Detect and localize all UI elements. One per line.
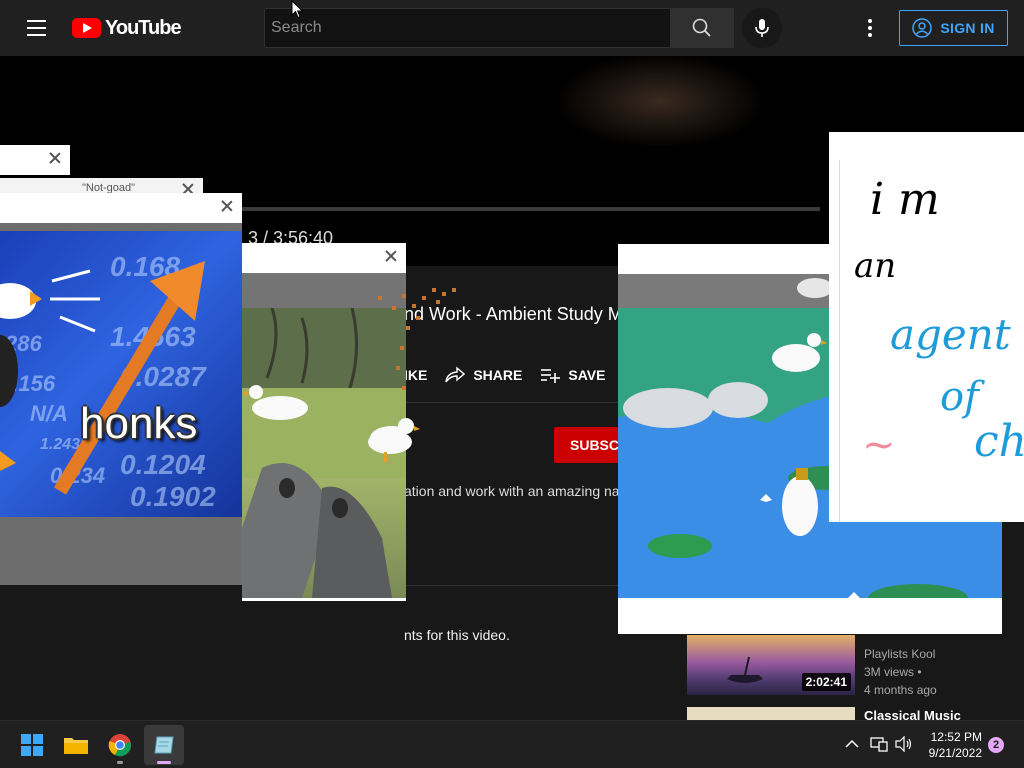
recommended-thumbnail[interactable]	[687, 707, 855, 721]
close-icon[interactable]	[48, 151, 62, 165]
account-icon	[912, 18, 933, 38]
close-icon[interactable]	[384, 249, 398, 263]
drawing-canvas[interactable]: i m an agent of ch ~	[839, 160, 1024, 522]
handwritten-text: agent	[890, 310, 1011, 359]
file-explorer-button[interactable]	[56, 725, 96, 765]
share-label: SHARE	[473, 367, 523, 383]
notification-badge[interactable]: 2	[988, 737, 1004, 753]
divider	[404, 402, 618, 403]
search-box	[264, 8, 671, 48]
honks-caption: honks	[80, 399, 198, 448]
rising-arrow-graphic	[0, 261, 205, 495]
youtube-logo[interactable]: YouTube	[72, 16, 182, 40]
clock-time: 12:52 PM	[930, 730, 982, 744]
folder-icon	[64, 738, 88, 754]
settings-menu-icon[interactable]	[858, 16, 882, 40]
search-button[interactable]	[670, 8, 734, 48]
notepad-app-button[interactable]	[144, 725, 184, 765]
handwritten-text: an	[854, 246, 897, 286]
popup-window[interactable]	[0, 145, 70, 175]
hamburger-menu-icon[interactable]	[16, 12, 56, 44]
youtube-play-icon	[72, 18, 101, 38]
handwritten-text: i m	[870, 174, 940, 225]
handwriting-window[interactable]: i m an agent of ch ~	[829, 132, 1024, 522]
save-button[interactable]: SAVE	[540, 366, 605, 384]
mouse-cursor-icon	[291, 0, 304, 19]
search-icon	[692, 18, 711, 37]
running-indicator	[157, 761, 171, 764]
progress-bar[interactable]	[240, 207, 820, 211]
divider	[404, 585, 618, 586]
honks-meme-window[interactable]: 0.168 1.4563 0.0287 0.1204 0.1902 0.234 …	[0, 193, 242, 585]
microphone-icon	[755, 19, 769, 37]
add-to-playlist-icon	[541, 369, 561, 383]
handwritten-text: ~	[862, 422, 896, 468]
logo-text: YouTube	[105, 16, 182, 39]
start-button[interactable]	[12, 725, 52, 765]
recommended-meta: Playlists Kool 3M views • 4 months ago	[864, 645, 937, 699]
network-icon[interactable]	[870, 736, 888, 752]
chrome-button[interactable]	[100, 725, 140, 765]
close-icon[interactable]	[220, 199, 234, 213]
search-input[interactable]	[265, 9, 670, 47]
windows-logo-icon	[21, 734, 43, 756]
clock[interactable]: 12:52 PM 9/21/2022	[912, 729, 982, 761]
upload-age: 4 months ago	[864, 683, 937, 697]
duration-badge: 2:02:41	[801, 673, 851, 691]
comments-disabled-note: nts for this video.	[404, 627, 510, 643]
handwritten-text: of	[940, 374, 979, 420]
volume-icon[interactable]	[895, 736, 913, 752]
pixel-sparkles	[378, 288, 456, 390]
notepad-icon	[154, 736, 174, 754]
desktop-screen: YouTube SIGN IN 3 / 3:56:40 nd Work - Am…	[0, 0, 1024, 768]
view-count: 3M views •	[864, 665, 922, 679]
sign-in-label: SIGN IN	[940, 20, 995, 36]
recommended-thumbnail[interactable]: 2:02:41	[687, 635, 855, 695]
youtube-header: YouTube SIGN IN	[0, 0, 1024, 56]
chevron-up-icon[interactable]	[845, 739, 859, 749]
save-label: SAVE	[568, 367, 606, 383]
goose-sprite	[368, 418, 420, 462]
running-indicator	[117, 761, 123, 764]
voice-search-button[interactable]	[742, 8, 782, 48]
clock-date: 9/21/2022	[928, 746, 982, 760]
video-description: ation and work with an amazing na	[404, 483, 620, 499]
handwritten-text: ch	[974, 416, 1024, 467]
windows-taskbar: 12:52 PM 9/21/2022 2	[0, 720, 1024, 768]
channel-name[interactable]: Playlists Kool	[864, 645, 937, 663]
stonks-meme-image: 0.168 1.4563 0.0287 0.1204 0.1902 0.234 …	[0, 231, 242, 517]
chrome-icon	[108, 734, 131, 757]
sign-in-button[interactable]: SIGN IN	[899, 10, 1008, 46]
video-frame	[560, 56, 760, 146]
